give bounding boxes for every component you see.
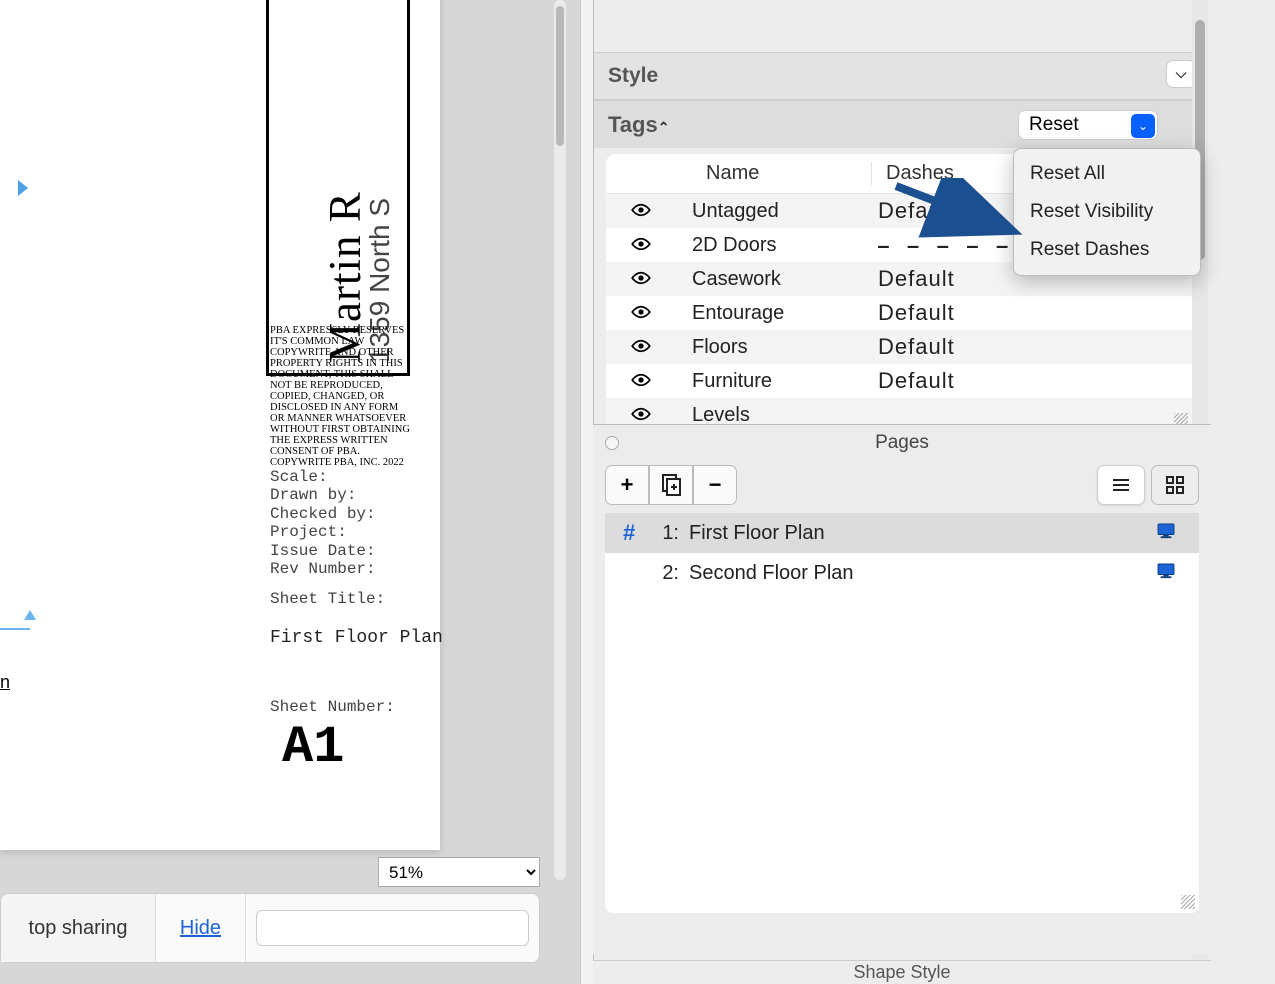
tags-section-title: Tags (608, 112, 658, 138)
tag-name: Untagged (692, 200, 872, 223)
stop-sharing-button[interactable]: top sharing (1, 894, 156, 962)
issue-date-label: Issue Date: (270, 542, 376, 560)
visibility-toggle[interactable] (630, 235, 692, 256)
pages-resize-grip[interactable] (1181, 895, 1195, 909)
reset-dropdown-menu: Reset All Reset Visibility Reset Dashes (1013, 148, 1201, 276)
screen-share-bar: top sharing Hide (0, 893, 540, 963)
reset-visibility-item[interactable]: Reset Visibility (1014, 193, 1200, 231)
pages-list: #1:First Floor Plan2:Second Floor Plan (605, 513, 1199, 913)
tag-dashes[interactable]: Default (872, 300, 1196, 326)
list-view-icon (1111, 477, 1131, 493)
sheet-title-label: Sheet Title: (270, 590, 385, 608)
tags-section-header[interactable]: Tags Reset ⌄ (594, 100, 1208, 148)
visibility-toggle[interactable] (630, 371, 692, 392)
visibility-toggle[interactable] (630, 201, 692, 222)
sheet-title-value: First Floor Plan (270, 628, 443, 648)
drawn-by-label: Drawn by: (270, 486, 376, 504)
tag-row[interactable]: Furniture Default (606, 364, 1196, 398)
close-dot-icon[interactable] (605, 436, 619, 450)
pages-panel: Pages + − #1:First Floor Plan2:Second Fl… (593, 424, 1211, 954)
visibility-toggle[interactable] (630, 405, 692, 426)
tag-name: Floors (692, 336, 872, 359)
sheet-number-value: A1 (282, 718, 344, 777)
tag-name: Casework (692, 268, 872, 291)
remove-page-button[interactable]: − (693, 465, 737, 505)
dash-value: Default (878, 198, 955, 223)
reset-dropdown-toggle[interactable]: ⌄ (1131, 114, 1155, 138)
shape-style-section-header[interactable]: Shape Style (593, 960, 1211, 984)
style-section-title: Style (608, 64, 658, 88)
selection-handle-left[interactable] (18, 180, 28, 196)
page-row[interactable]: #1:First Floor Plan (605, 513, 1199, 553)
visibility-toggle[interactable] (630, 337, 692, 358)
add-page-button[interactable]: + (605, 465, 649, 505)
tag-name: Entourage (692, 302, 872, 325)
rev-number-label: Rev Number: (270, 560, 376, 578)
grid-view-icon (1166, 476, 1184, 494)
title-block: Martin R 1359 North S (266, 0, 410, 376)
reset-dashes-item[interactable]: Reset Dashes (1014, 231, 1200, 269)
tag-row[interactable]: Floors Default (606, 330, 1196, 364)
visibility-toggle[interactable] (630, 269, 692, 290)
document-scrollbar[interactable] (554, 0, 566, 880)
scene-icon[interactable] (1157, 522, 1181, 545)
scale-label: Scale: (270, 468, 376, 486)
project-label: Project: (270, 523, 376, 541)
pages-panel-header[interactable]: Pages (593, 425, 1211, 461)
tag-name: Furniture (692, 370, 872, 393)
scene-icon[interactable] (1157, 562, 1181, 585)
dash-value: Default (878, 368, 955, 393)
style-section-header[interactable]: Style (594, 52, 1208, 100)
pages-toolbar: + − (593, 461, 1211, 509)
visibility-toggle[interactable] (630, 303, 692, 324)
tags-collapse-button[interactable] (658, 116, 670, 134)
page-index: 2: (649, 562, 689, 585)
hide-sharing-button[interactable]: Hide (156, 894, 246, 962)
cropped-link[interactable]: n (0, 672, 10, 693)
tag-name: 2D Doors (692, 234, 872, 257)
pages-panel-title: Pages (875, 432, 929, 454)
duplicate-page-button[interactable] (649, 465, 693, 505)
dash-value: Default (878, 334, 955, 359)
reset-all-item[interactable]: Reset All (1014, 155, 1200, 193)
page-index: 1: (649, 522, 689, 545)
grid-view-button[interactable] (1151, 465, 1199, 505)
view-mode-group (1097, 465, 1199, 505)
list-view-button[interactable] (1097, 465, 1145, 505)
share-input[interactable] (256, 910, 529, 946)
page-name: Second Floor Plan (689, 562, 1157, 585)
sheet-metadata: Scale: Drawn by: Checked by: Project: Is… (270, 468, 376, 578)
name-column-header[interactable]: Name (692, 162, 872, 185)
tag-row[interactable]: Entourage Default (606, 296, 1196, 330)
selection-handle-corner[interactable] (12, 610, 32, 630)
dash-value: Default (878, 266, 955, 291)
document-canvas[interactable]: Martin R 1359 North S PBA EXPRESSLY RESE… (0, 0, 580, 984)
tag-dashes[interactable]: Default (872, 334, 1196, 360)
zoom-select[interactable]: 51% (378, 857, 540, 887)
sheet-number-label: Sheet Number: (270, 698, 395, 716)
active-page-icon: # (623, 520, 649, 546)
page-row[interactable]: 2:Second Floor Plan (605, 553, 1199, 593)
page-name: First Floor Plan (689, 522, 1157, 545)
document-scrollbar-thumb[interactable] (556, 6, 564, 146)
chevron-up-icon (658, 116, 670, 133)
panel-divider[interactable] (580, 0, 594, 984)
chevron-down-icon (1176, 65, 1187, 83)
legal-disclaimer: PBA EXPRESSLY RESERVES IT'S COMMON LAW C… (270, 325, 410, 468)
reset-dropdown[interactable]: Reset ⌄ (1018, 110, 1158, 140)
shape-style-title: Shape Style (853, 962, 950, 983)
duplicate-icon (659, 473, 683, 497)
dash-value: Default (878, 300, 955, 325)
tag-dashes[interactable]: Default (872, 368, 1196, 394)
dash-pattern-icon: — — — — — (878, 236, 1012, 257)
checked-by-label: Checked by: (270, 505, 376, 523)
reset-dropdown-label: Reset (1029, 114, 1079, 136)
